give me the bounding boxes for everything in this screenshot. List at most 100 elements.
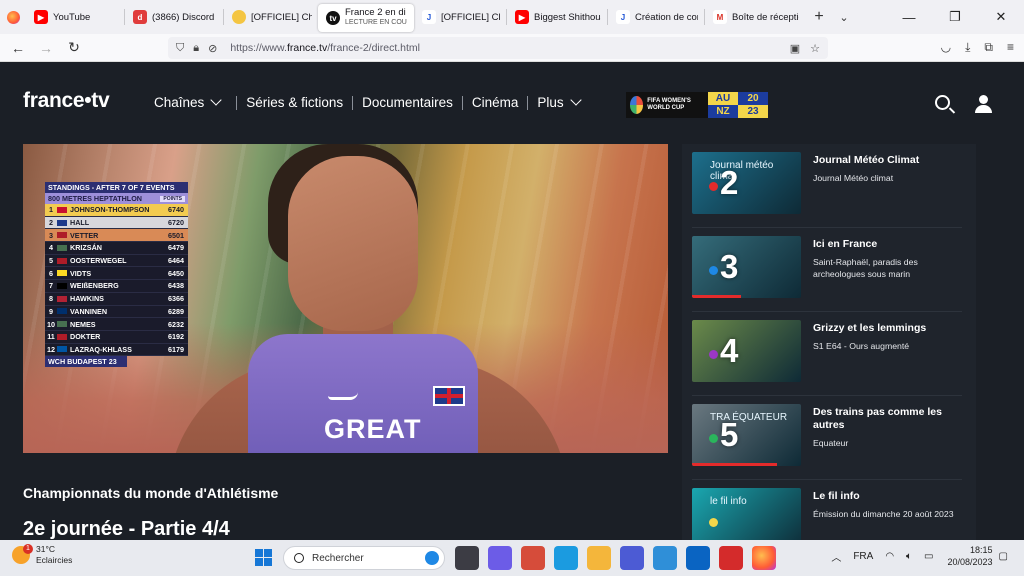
country-flag-icon bbox=[57, 219, 67, 226]
lock-icon[interactable]: 🔒︎ bbox=[193, 42, 199, 55]
battery-icon[interactable]: ▭ bbox=[924, 551, 933, 562]
system-tray: ︿ FRA ◠ 🔈︎ ▭ 18:15 20/08/2023 ▢ bbox=[825, 544, 1014, 568]
channel-thumbnail[interactable]: le fil info bbox=[692, 488, 801, 540]
extensions-icon[interactable]: ⧉ bbox=[984, 40, 993, 55]
standings-row: 6 VIDTS 6450 bbox=[45, 267, 188, 281]
teams-chat-icon[interactable] bbox=[488, 546, 512, 570]
page-content: france•tv Chaînes Séries & fictions Docu… bbox=[0, 62, 1024, 540]
download-icon[interactable]: ⤓ bbox=[965, 40, 970, 55]
thumbnail-text: le fil info bbox=[710, 496, 747, 507]
permissions-icon[interactable]: ⊘ bbox=[208, 42, 217, 55]
taskbar-search[interactable]: Rechercher bbox=[283, 546, 445, 570]
tlc-app-icon[interactable] bbox=[719, 546, 743, 570]
url-text[interactable]: https://www.france.tv/france-2/direct.ht… bbox=[230, 42, 420, 54]
menu-series-fictions[interactable]: Séries & fictions bbox=[246, 95, 343, 110]
channel-dot-icon bbox=[709, 182, 718, 191]
chevron-down-icon bbox=[210, 94, 222, 106]
country-flag-icon bbox=[57, 270, 67, 277]
reader-mode-icon[interactable]: ▣ bbox=[790, 42, 800, 55]
weather-sun-icon: 1 bbox=[12, 544, 33, 564]
program-subtitle: Championnats du monde d'Athlétisme bbox=[23, 485, 279, 501]
language-indicator[interactable]: FRA bbox=[853, 551, 873, 562]
tab-discord[interactable]: d (3866) Discord | # bbox=[125, 0, 223, 34]
womens-world-cup-banner[interactable]: FIFA WOMEN'S WORLD CUP AU 20 NZ 23 bbox=[626, 92, 768, 118]
pocket-icon[interactable]: ◡ bbox=[941, 40, 951, 55]
tab-shithous[interactable]: ▶ Biggest Shithous bbox=[507, 0, 607, 34]
channel-number: 3 bbox=[720, 248, 739, 285]
channel-thumbnail[interactable]: 3 bbox=[692, 236, 801, 298]
minimize-button[interactable]: — bbox=[886, 0, 932, 34]
country-flag-icon bbox=[57, 308, 67, 315]
channel-item[interactable]: Journal météo climat 2 Journal Météo Clima… bbox=[692, 144, 962, 228]
athlete-name: DOKTER bbox=[70, 332, 101, 342]
tab-gmail[interactable]: M Boîte de réceptio bbox=[705, 0, 805, 34]
standings-rank: 11 bbox=[47, 332, 55, 342]
tab-creation[interactable]: J Création de com bbox=[608, 0, 704, 34]
copilot-icon[interactable] bbox=[620, 546, 644, 570]
menu-hamburger-icon[interactable]: ≡ bbox=[1007, 40, 1014, 55]
channel-item[interactable]: 4 Grizzy et les lemmings S1 E64 - Ours aug… bbox=[692, 312, 962, 396]
menu-plus[interactable]: Plus bbox=[537, 94, 582, 110]
channel-program-title: Journal Météo Climat bbox=[813, 154, 920, 166]
weather-widget[interactable]: 1 31°C Eclaircies bbox=[12, 544, 72, 566]
standings-row: 11 DOKTER 6192 bbox=[45, 330, 188, 344]
reload-icon[interactable]: ↻ bbox=[60, 39, 88, 56]
athlete-image: GREAT bbox=[168, 144, 568, 453]
channel-thumbnail[interactable]: Journal météo climat 2 bbox=[692, 152, 801, 214]
forward-arrow-icon[interactable]: → bbox=[32, 40, 60, 56]
channel-item[interactable]: 3 Ici en France Saint-Raphaël, paradis des… bbox=[692, 228, 962, 312]
channel-thumbnail[interactable]: 4 bbox=[692, 320, 801, 382]
channel-item[interactable]: le fil info Le fil info Émission du dimanc… bbox=[692, 480, 962, 540]
clock[interactable]: 18:15 20/08/2023 bbox=[948, 544, 993, 568]
back-arrow-icon[interactable]: ← bbox=[4, 40, 32, 56]
channel-dot-icon bbox=[709, 266, 718, 275]
tray-chevron-up-icon[interactable]: ︿ bbox=[831, 549, 841, 564]
standings-rank: 4 bbox=[49, 243, 53, 253]
discord-icon: d bbox=[133, 10, 147, 24]
athlete-name: KRIZSÁN bbox=[70, 243, 102, 253]
shield-icon[interactable]: ⛉ bbox=[176, 42, 184, 55]
menu-cinema[interactable]: Cinéma bbox=[472, 95, 519, 110]
store-icon[interactable] bbox=[521, 546, 545, 570]
francetv-logo[interactable]: france•tv bbox=[23, 89, 110, 113]
wifi-icon[interactable]: ◠ bbox=[885, 551, 894, 562]
maximize-button[interactable]: ❐ bbox=[932, 0, 978, 34]
edge-icon[interactable] bbox=[554, 546, 578, 570]
volume-icon[interactable]: 🔈︎ bbox=[906, 551, 912, 562]
video-player[interactable]: GREAT STANDINGS - AFTER 7 OF 7 EVENTS 80… bbox=[23, 144, 668, 453]
mail-icon[interactable] bbox=[686, 546, 710, 570]
file-explorer-icon[interactable] bbox=[587, 546, 611, 570]
search-icon[interactable] bbox=[935, 95, 950, 110]
channel-program-title: Des trains pas comme les autres bbox=[813, 406, 942, 431]
channel-thumbnail[interactable]: TRA ÉQUATEUR 5 bbox=[692, 404, 801, 466]
windows-start-icon[interactable] bbox=[255, 549, 272, 566]
firefox-menu-icon[interactable] bbox=[0, 0, 26, 34]
firefox-taskbar-icon[interactable] bbox=[752, 546, 776, 570]
new-tab-button[interactable]: + bbox=[805, 8, 833, 26]
tab-list-chevron-icon[interactable]: ⌄ bbox=[833, 11, 855, 24]
user-account-icon[interactable] bbox=[975, 95, 992, 113]
tab-youtube[interactable]: ▶ YouTube bbox=[26, 0, 124, 34]
menu-chaines[interactable]: Chaînes bbox=[154, 94, 222, 110]
app-icon[interactable] bbox=[653, 546, 677, 570]
standings-rank: 8 bbox=[49, 294, 53, 304]
channel-program-desc: Saint-Raphaël, paradis des archeologues … bbox=[813, 257, 918, 279]
tab-officiel-2[interactable]: J [OFFICIEL] Chan bbox=[414, 0, 506, 34]
bookmark-star-icon[interactable]: ☆ bbox=[810, 42, 820, 55]
notifications-icon[interactable]: ▢ bbox=[999, 551, 1008, 562]
tab-france2-active[interactable]: tv France 2 en diLECTURE EN COU ✕ bbox=[318, 4, 414, 32]
standings-row: 2 HALL 6720 bbox=[45, 216, 188, 230]
standings-row: 12 LAZRAQ-KHLASS 6179 bbox=[45, 343, 188, 357]
url-bar[interactable]: ⛉ 🔒︎ ⊘ https://www.france.tv/france-2/di… bbox=[168, 37, 828, 59]
search-icon bbox=[294, 553, 304, 563]
tab-officiel-1[interactable]: [OFFICIEL] Chan bbox=[224, 0, 318, 34]
menu-documentaires[interactable]: Documentaires bbox=[362, 95, 453, 110]
athlete-points: 6720 bbox=[168, 218, 184, 228]
task-view-icon[interactable] bbox=[455, 546, 479, 570]
standings-rank: 7 bbox=[49, 281, 53, 291]
standings-row: 4 KRIZSÁN 6479 bbox=[45, 242, 188, 255]
browser-navbar: ← → ↻ ⛉ 🔒︎ ⊘ https://www.france.tv/franc… bbox=[0, 34, 1024, 62]
close-window-button[interactable]: ✕ bbox=[978, 0, 1024, 34]
channel-number: 4 bbox=[720, 332, 739, 369]
channel-item[interactable]: TRA ÉQUATEUR 5 Des trains pas comme les au… bbox=[692, 396, 962, 480]
